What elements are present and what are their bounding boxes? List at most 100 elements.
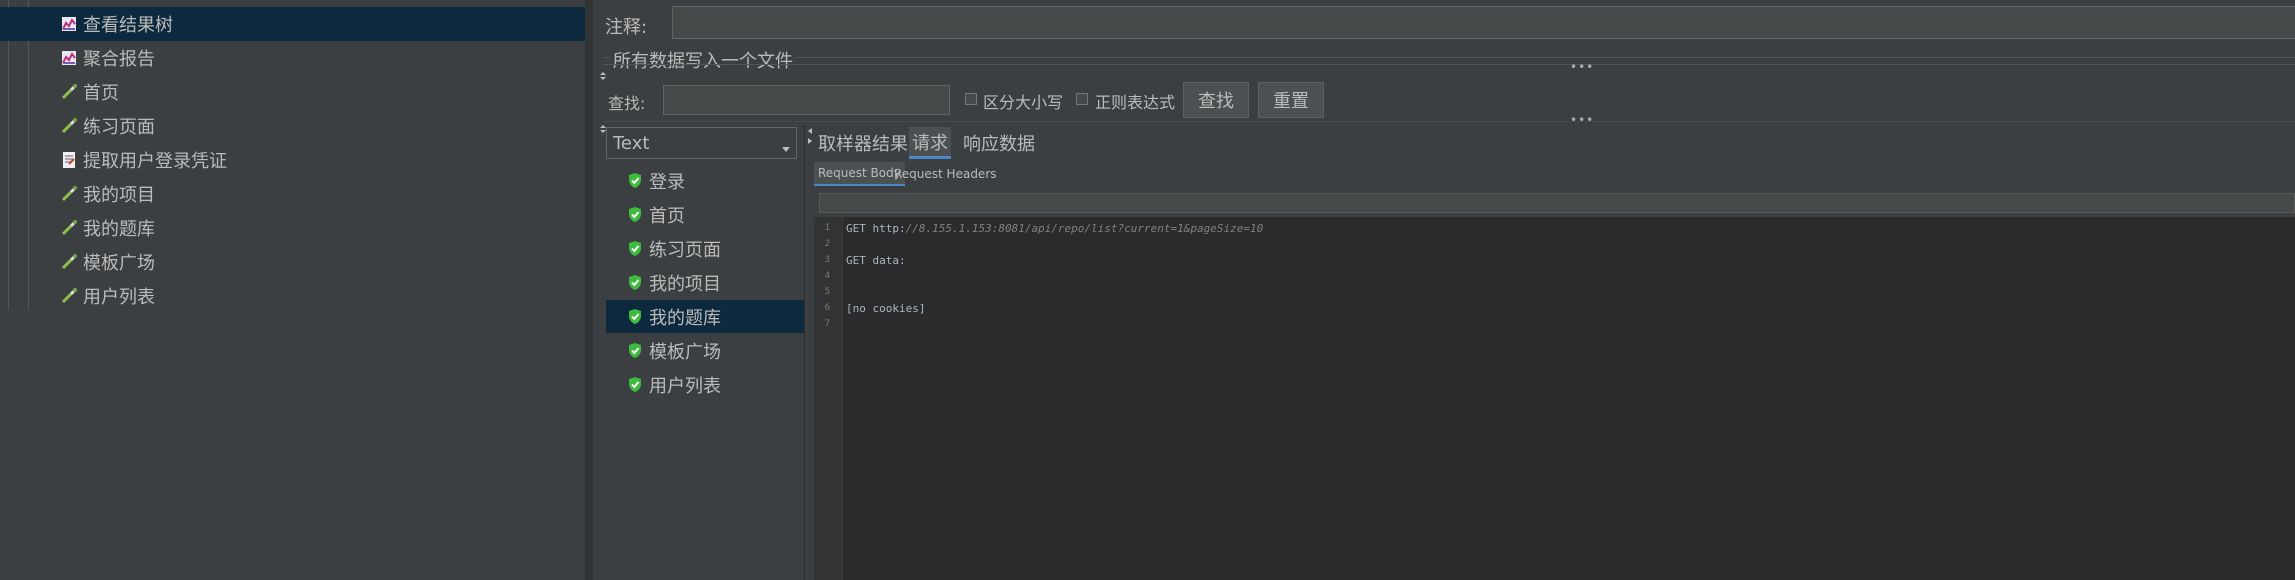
group-border — [603, 57, 2295, 58]
document-extractor-icon — [60, 151, 78, 169]
divider — [603, 121, 2295, 122]
graph-listener-icon — [60, 15, 78, 33]
line-text: [no cookies] — [846, 302, 926, 315]
result-tabs: 取样器结果 请求 响应数据 — [814, 127, 2295, 159]
pipette-sampler-icon-graphic — [61, 254, 77, 270]
result-item[interactable]: 登录 — [606, 164, 805, 197]
pipette-sampler-icon — [60, 117, 78, 135]
editor-line: 3 GET data: — [814, 253, 2295, 269]
pipette-sampler-icon-graphic — [61, 220, 77, 236]
result-item-label: 用户列表 — [649, 375, 721, 397]
line-url: //8.155.1.153:8081/api/repo/list?current… — [905, 222, 1264, 235]
result-item-label: 登录 — [649, 171, 685, 193]
result-item-label: 首页 — [649, 205, 685, 227]
line-text: GET http: — [846, 222, 906, 235]
pipette-sampler-icon-graphic — [61, 186, 77, 202]
pipette-sampler-icon — [60, 253, 78, 271]
result-item[interactable]: 我的项目 — [606, 266, 805, 299]
splitter-arrows-icon[interactable] — [806, 126, 814, 148]
search-input[interactable] — [663, 85, 950, 115]
tree-item[interactable]: 提取用户登录凭证 — [0, 143, 585, 177]
renderer-select[interactable]: Text — [606, 127, 797, 159]
editor-line: 6 [no cookies] — [814, 301, 2295, 317]
pipette-sampler-icon — [60, 287, 78, 305]
result-item[interactable]: 我的题库 — [606, 300, 805, 333]
graph-listener-icon-graphic — [62, 51, 76, 65]
result-item-label: 我的题库 — [649, 307, 721, 329]
main-splitter[interactable] — [585, 0, 593, 580]
editor-line: 4 — [814, 269, 2295, 285]
request-body-editor[interactable]: 1 GET http://8.155.1.153:8081/api/repo/li… — [814, 217, 2295, 580]
line-code: GET http://8.155.1.153:8081/api/repo/lis… — [846, 222, 1263, 235]
pipette-sampler-icon-graphic — [61, 84, 77, 100]
graph-listener-icon-graphic — [62, 17, 76, 31]
group-border — [603, 64, 2295, 65]
result-splitter[interactable] — [804, 125, 805, 580]
splitter-grip-icon[interactable]: ••• — [1570, 60, 1594, 74]
result-item[interactable]: 用户列表 — [606, 368, 805, 401]
line-number: 3 — [824, 255, 830, 265]
success-shield-icon — [627, 206, 643, 223]
tree-item[interactable]: 我的题库 — [0, 211, 585, 245]
result-item[interactable]: 模板广场 — [606, 334, 805, 367]
tree-item-label: 练习页面 — [83, 117, 155, 138]
result-item-label: 模板广场 — [649, 341, 721, 363]
tab-response-data[interactable]: 响应数据 — [963, 127, 1035, 159]
case-sensitive-label: 区分大小写 — [983, 93, 1064, 112]
result-item-label: 我的项目 — [649, 273, 721, 295]
line-number: 7 — [824, 319, 830, 329]
reset-button[interactable]: 重置 — [1258, 82, 1324, 118]
editor-line: 5 — [814, 285, 2295, 301]
graph-listener-icon — [60, 49, 78, 67]
tree-item[interactable]: 练习页面 — [0, 109, 585, 143]
tree-item-label: 我的题库 — [83, 219, 155, 240]
tree-item-label: 聚合报告 — [83, 49, 155, 70]
editor-line: 1 GET http://8.155.1.153:8081/api/repo/li… — [814, 221, 2295, 237]
success-shield-graphic — [629, 275, 641, 290]
line-number: 2 — [824, 239, 830, 249]
test-plan-tree: 查看结果树聚合报告首页练习页面提取用户登录凭证我的项目我的题库模板广场用户列表 — [0, 0, 585, 580]
editor-find-bar[interactable] — [819, 193, 2295, 213]
pipette-sampler-icon — [60, 83, 78, 101]
tree-item-label: 首页 — [83, 83, 119, 104]
line-number: 5 — [824, 287, 830, 297]
tree-item-label: 用户列表 — [83, 287, 155, 308]
tab-sampler-result[interactable]: 取样器结果 — [818, 127, 908, 159]
success-shield-icon — [627, 342, 643, 359]
line-text: GET data: — [846, 254, 906, 267]
success-shield-graphic — [629, 343, 641, 358]
success-shield-icon — [627, 274, 643, 291]
comment-input[interactable] — [672, 6, 2295, 39]
regex-label: 正则表达式 — [1095, 93, 1176, 112]
pipette-sampler-icon-graphic — [61, 288, 77, 304]
tree-item[interactable]: 我的项目 — [0, 177, 585, 211]
tree-item-label: 我的项目 — [83, 185, 155, 206]
result-item[interactable]: 练习页面 — [606, 232, 805, 265]
success-shield-graphic — [629, 309, 641, 324]
regex-checkbox[interactable] — [1076, 93, 1088, 105]
result-item[interactable]: 首页 — [606, 198, 805, 231]
splitter-grip-icon[interactable]: ••• — [1570, 113, 1594, 127]
line-code: [no cookies] — [846, 302, 925, 315]
result-list: 登录首页练习页面我的项目我的题库模板广场用户列表 — [606, 164, 805, 580]
request-subtabs: Request Body Request Headers — [814, 161, 2295, 188]
success-shield-graphic — [629, 241, 641, 256]
tab-request[interactable]: 请求 — [909, 127, 951, 159]
tree-item-label: 查看结果树 — [83, 15, 173, 36]
subtab-request-headers[interactable]: Request Headers — [890, 162, 1001, 186]
tree-item[interactable]: 首页 — [0, 75, 585, 109]
collapse-arrows-icon[interactable] — [598, 64, 608, 80]
renderer-selected-value: Text — [613, 133, 650, 154]
document-extractor-icon-graphic — [63, 152, 75, 168]
line-number: 6 — [824, 303, 830, 313]
line-code: GET data: — [846, 254, 906, 267]
success-shield-graphic — [629, 173, 641, 188]
find-button[interactable]: 查找 — [1183, 82, 1249, 118]
listener-panel: 注释: 所有数据写入一个文件 ••• 查找: 区分大小写 正则表达式 查找 重置… — [593, 0, 2295, 580]
case-sensitive-checkbox[interactable] — [965, 93, 977, 105]
tree-item[interactable]: 用户列表 — [0, 279, 585, 313]
pipette-sampler-icon — [60, 219, 78, 237]
tree-item[interactable]: 聚合报告 — [0, 41, 585, 75]
tree-item[interactable]: 查看结果树 — [0, 7, 585, 41]
tree-item[interactable]: 模板广场 — [0, 245, 585, 279]
